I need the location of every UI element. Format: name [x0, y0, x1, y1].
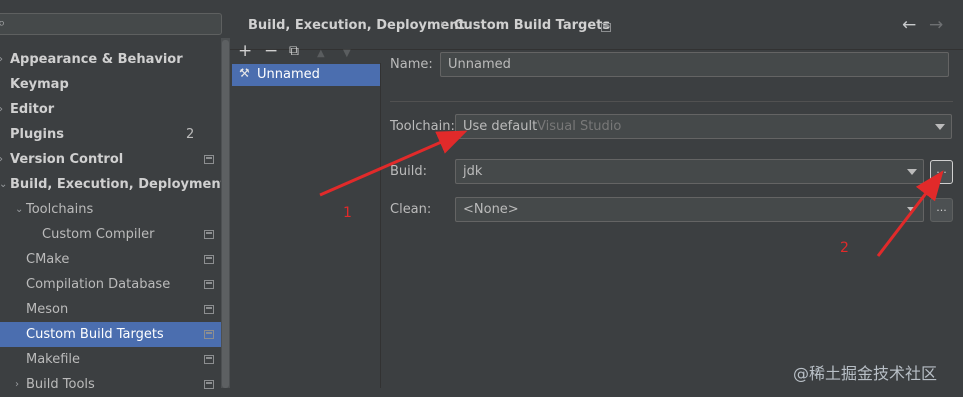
annotation-number-1: 1: [343, 205, 352, 221]
annotation-number-2: 2: [840, 240, 849, 256]
annotation-arrow-1: [319, 130, 468, 197]
annotation-arrows: [319, 130, 944, 257]
watermark: @稀土掘金技术社区: [793, 364, 938, 383]
annotation-arrow-2: [876, 170, 944, 257]
